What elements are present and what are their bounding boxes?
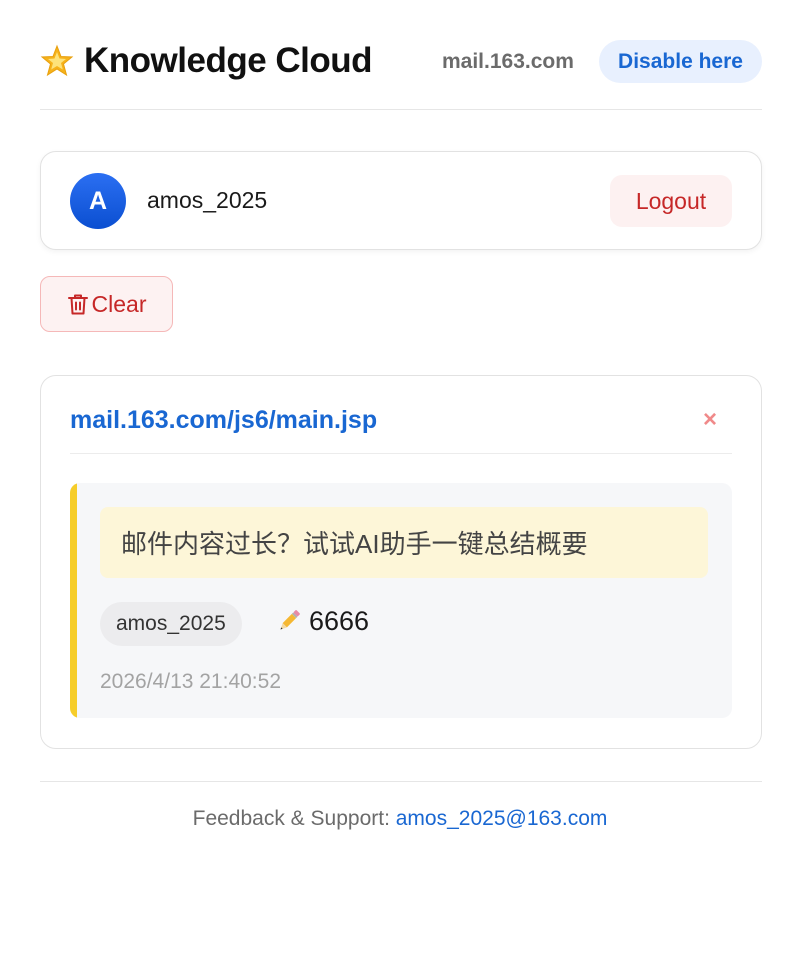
avatar: A [70,173,126,229]
brand-title: Knowledge Cloud [84,41,373,80]
footer-divider [40,781,762,782]
clear-button[interactable]: Clear [40,276,173,332]
pencil-icon [280,610,300,630]
timestamp: 2026/4/13 21:40:52 [100,670,282,693]
highlighted-quote: 邮件内容过长？试试AI助手一键总结概要 [100,507,708,578]
comment-accent-bar [70,483,77,718]
note-card: mail.163.com/js6/main.jsp × 邮件内容过长？试试AI助… [40,375,762,749]
comment-row: 6666 [275,601,369,641]
disable-here-button[interactable]: Disable here [599,40,762,83]
author-chip: amos_2025 [100,602,242,646]
brand: Knowledge Cloud [40,41,373,81]
header: Knowledge Cloud mail.163.com Disable her… [40,30,762,92]
trash-icon [67,294,88,315]
extension-popup: Knowledge Cloud mail.163.com Disable her… [0,0,800,956]
clear-button-label: Clear [91,290,147,317]
site-domain: mail.163.com [442,50,574,73]
comment-box: 邮件内容过长？试试AI助手一键总结概要 amos_2025 6666 2026/… [70,483,732,718]
footer: Feedback & Support: amos_2025@163.com [0,807,800,831]
note-divider [70,453,732,454]
note-url-link[interactable]: mail.163.com/js6/main.jsp [70,406,377,435]
user-card: A amos_2025 Logout [40,151,762,250]
star-icon [40,44,74,77]
header-divider [40,109,762,110]
username: amos_2025 [147,187,268,213]
footer-label: Feedback & Support: [192,807,396,830]
delete-note-icon[interactable]: × [703,406,717,434]
support-email-link[interactable]: amos_2025@163.com [396,807,608,830]
comment-text: 6666 [309,605,370,636]
logout-button[interactable]: Logout [610,175,732,227]
